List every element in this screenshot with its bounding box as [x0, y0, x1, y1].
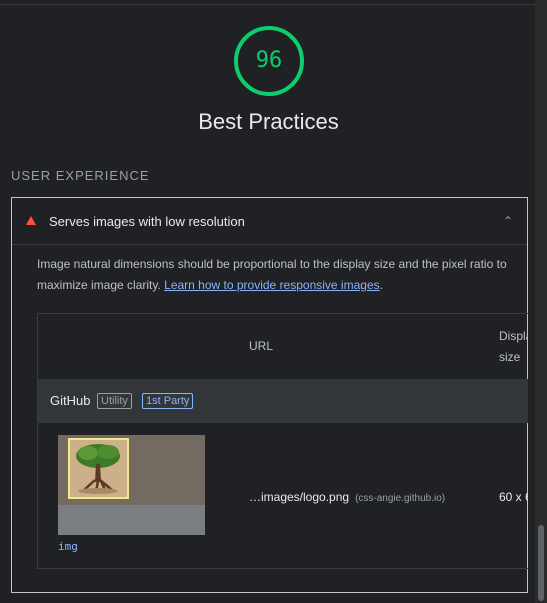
- audit-header[interactable]: Serves images with low resolution ⌃: [12, 198, 527, 245]
- vertical-scrollbar[interactable]: [535, 0, 547, 603]
- details-table: URL Display size GitHub Utility 1st Part…: [37, 313, 528, 569]
- tree-logo-image: [68, 438, 129, 499]
- thumbnail-bottom-band: [58, 505, 205, 535]
- entity-name: GitHub: [50, 393, 91, 408]
- table-header: URL Display size: [38, 314, 528, 380]
- column-header-display-size: Display size: [499, 326, 528, 368]
- resource-url[interactable]: …images/logo.png (css-angie.github.io): [249, 490, 445, 504]
- audit-panel: Serves images with low resolution ⌃ Imag…: [11, 197, 528, 593]
- group-title: USER EXPERIENCE: [11, 168, 150, 183]
- display-size-value: 60 x 60: [499, 490, 528, 504]
- url-path: …images/logo.png: [249, 490, 350, 504]
- header-display-line2: size: [499, 350, 521, 364]
- score-gauge[interactable]: 96: [233, 25, 305, 97]
- image-thumbnail[interactable]: [58, 435, 205, 535]
- entity-group-row: GitHub Utility 1st Party: [38, 379, 528, 423]
- column-header-url: URL: [249, 339, 274, 353]
- learn-more-link[interactable]: Learn how to provide responsive images: [164, 278, 379, 292]
- first-party-tag: 1st Party: [142, 393, 194, 409]
- header-display-line1: Display: [499, 329, 528, 343]
- warning-triangle-icon: [26, 216, 36, 225]
- audit-description: Image natural dimensions should be propo…: [37, 254, 517, 296]
- scrollbar-thumb[interactable]: [538, 525, 544, 601]
- utility-tag: Utility: [97, 393, 132, 409]
- top-divider: [0, 4, 535, 5]
- tree-icon: [70, 440, 127, 497]
- score-value: 96: [255, 48, 283, 73]
- audit-title: Serves images with low resolution: [49, 214, 245, 229]
- chevron-up-icon[interactable]: ⌃: [503, 214, 513, 228]
- url-origin: (css-angie.github.io): [355, 493, 446, 504]
- node-label[interactable]: img: [58, 540, 78, 553]
- category-title: Best Practices: [198, 109, 339, 134]
- description-end: .: [379, 278, 383, 292]
